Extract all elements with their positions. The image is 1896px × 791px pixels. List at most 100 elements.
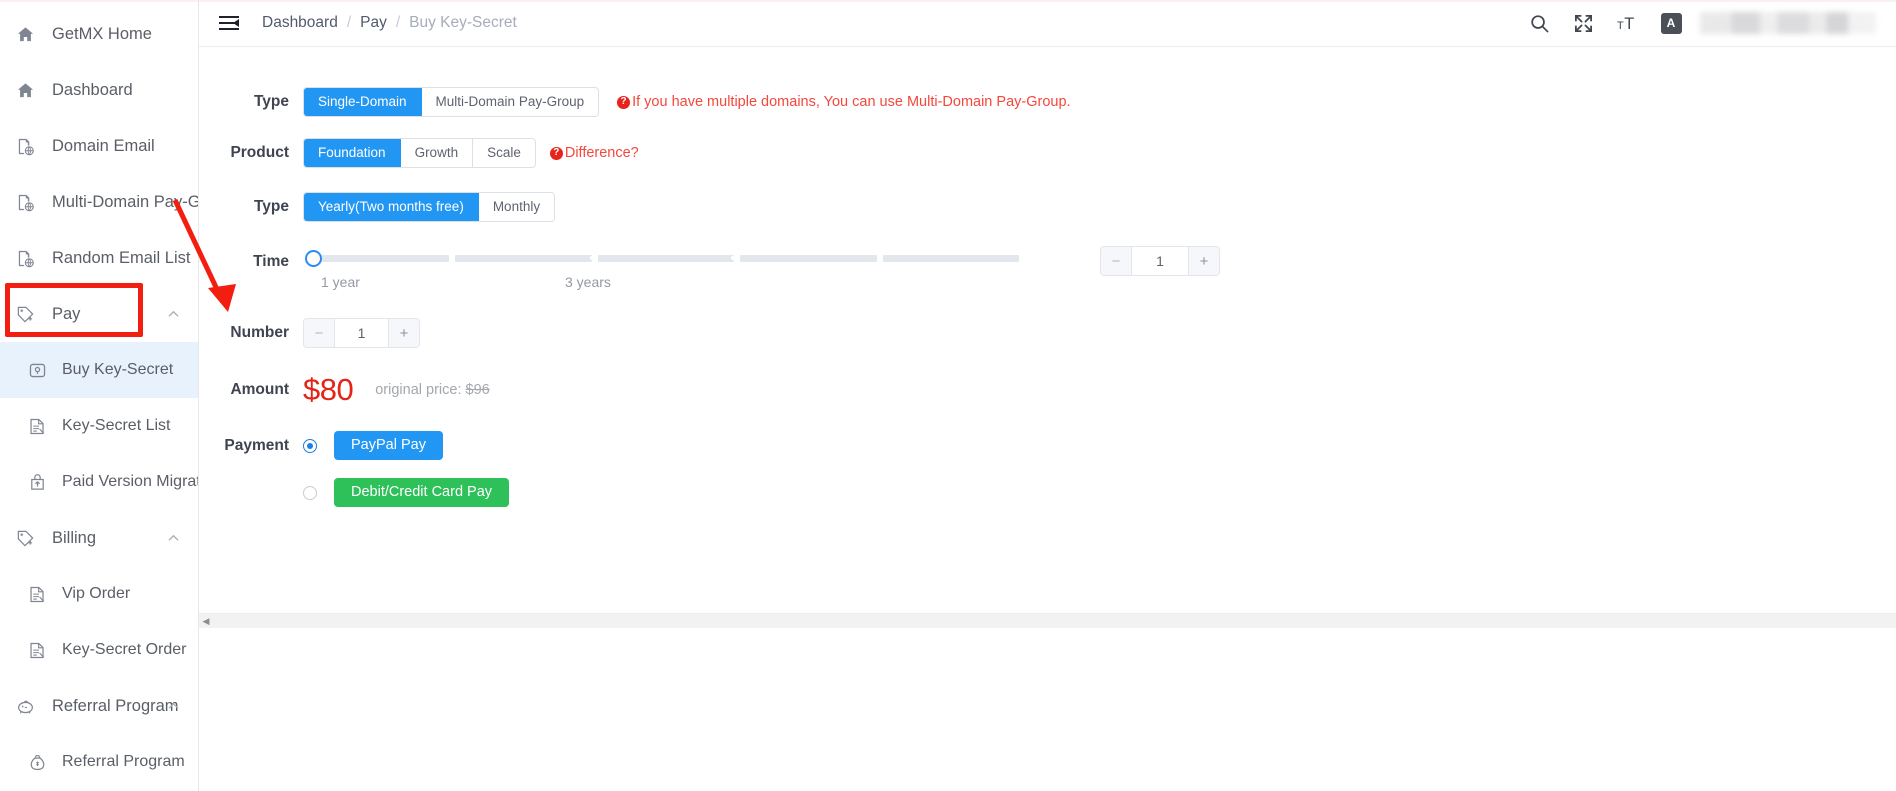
number-value-input[interactable] bbox=[335, 319, 388, 347]
horizontal-scrollbar[interactable]: ◀ bbox=[199, 613, 1896, 628]
breadcrumb-item-pay[interactable]: Pay bbox=[360, 14, 387, 32]
breadcrumb-item-buy-key-secret: Buy Key-Secret bbox=[409, 14, 517, 31]
debit-credit-card-pay-button[interactable]: Debit/Credit Card Pay bbox=[334, 478, 510, 507]
globe-doc-icon bbox=[14, 191, 36, 213]
globe-doc-icon bbox=[14, 247, 36, 269]
sidebar-item-multi-domain-pay-group[interactable]: Multi-Domain Pay-Group bbox=[0, 174, 198, 230]
buy-key-secret-form: Type Single-Domain Multi-Domain Pay-Grou… bbox=[199, 87, 1896, 700]
payment-radio-card[interactable] bbox=[303, 485, 317, 500]
original-price-value: $96 bbox=[465, 381, 490, 398]
question-mark-icon: ? bbox=[549, 146, 563, 160]
product-difference-link[interactable]: ? Difference? bbox=[549, 145, 639, 161]
original-price-prefix: original price: bbox=[375, 381, 466, 398]
type-option-multi-domain[interactable]: Multi-Domain Pay-Group bbox=[421, 88, 599, 116]
slider-segment bbox=[313, 254, 450, 262]
product-row: Product Foundation Growth Scale ? Differ… bbox=[199, 138, 1896, 168]
type-option-single-domain[interactable]: Single-Domain bbox=[304, 88, 422, 116]
time-slider-track bbox=[313, 254, 1020, 262]
sidebar-item-label: Buy Key-Secret bbox=[62, 361, 174, 378]
list-doc-icon bbox=[26, 415, 48, 437]
home-icon bbox=[14, 23, 36, 45]
tag-plus-icon bbox=[14, 303, 36, 325]
sidebar-item-label: Key-Secret List bbox=[62, 417, 171, 434]
upload-bag-icon bbox=[26, 471, 48, 493]
time-slider-handle[interactable] bbox=[305, 249, 322, 267]
chevron-up-icon[interactable] bbox=[167, 700, 180, 713]
time-increase-button[interactable]: + bbox=[1188, 247, 1219, 275]
sidebar-item-dashboard[interactable]: Dashboard bbox=[0, 62, 198, 118]
payment-row-paypal: Payment PayPal Pay bbox=[199, 431, 1896, 460]
product-difference-text: Difference? bbox=[564, 145, 639, 161]
sidebar-item-vip-order[interactable]: Vip Order bbox=[0, 566, 198, 622]
sidebar-item-key-secret-list[interactable]: Key-Secret List bbox=[0, 398, 198, 454]
search-icon[interactable] bbox=[1522, 6, 1556, 40]
list-doc-icon bbox=[26, 639, 48, 661]
payment-radio-paypal[interactable] bbox=[303, 438, 317, 453]
time-quantity-stepper: − + bbox=[1100, 246, 1220, 276]
sidebar-item-label: Referral Program bbox=[52, 696, 179, 715]
money-bag-icon bbox=[26, 751, 48, 773]
sidebar-item-random-email-list[interactable]: Random Email List bbox=[0, 230, 198, 286]
chevron-up-icon[interactable] bbox=[167, 532, 180, 545]
type-segmented-control: Single-Domain Multi-Domain Pay-Group bbox=[303, 87, 600, 117]
breadcrumb-separator: / bbox=[346, 14, 352, 31]
list-doc-icon bbox=[26, 583, 48, 605]
scroll-left-arrow-icon[interactable]: ◀ bbox=[199, 616, 213, 626]
sidebar-item-label: Dashboard bbox=[52, 80, 133, 99]
time-slider-min-label: 1 year bbox=[321, 274, 360, 290]
time-slider-mid-label: 3 years bbox=[565, 274, 611, 290]
sidebar: GetMX Home Dashboard Domain Email Multi-Dom… bbox=[0, 0, 199, 791]
font-size-icon[interactable]: T T bbox=[1610, 6, 1644, 40]
billing-cycle-label: Type bbox=[253, 198, 289, 215]
time-value-input[interactable] bbox=[1132, 247, 1188, 275]
sidebar-item-referral-program[interactable]: Referral Program bbox=[0, 678, 198, 734]
time-slider-labels: 1 year 3 years bbox=[303, 274, 1019, 296]
sidebar-item-paid-version-migration[interactable]: Paid Version Migration bbox=[0, 454, 198, 510]
product-option-scale[interactable]: Scale bbox=[473, 139, 535, 167]
sidebar-item-billing[interactable]: Billing bbox=[0, 510, 198, 566]
sidebar-item-label: Referral Program bbox=[62, 753, 185, 770]
billing-cycle-option-yearly[interactable]: Yearly(Two months free) bbox=[304, 193, 479, 221]
top-header: Dashboard / Pay / Buy Key-Secret T T A bbox=[199, 0, 1896, 47]
paypal-pay-button[interactable]: PayPal Pay bbox=[334, 431, 443, 460]
product-segmented-control: Foundation Growth Scale bbox=[303, 138, 536, 168]
key-box-icon bbox=[26, 359, 48, 381]
sidebar-item-getmx-home[interactable]: GetMX Home bbox=[0, 6, 198, 62]
tag-plus-icon bbox=[14, 527, 36, 549]
hamburger-collapse-icon[interactable] bbox=[218, 12, 240, 34]
sidebar-item-label: Random Email List bbox=[52, 248, 191, 267]
sidebar-item-label: Billing bbox=[52, 528, 97, 547]
sidebar-item-buy-key-secret[interactable]: Buy Key-Secret bbox=[0, 342, 198, 398]
sidebar-item-label: Multi-Domain Pay-Group bbox=[52, 192, 198, 211]
sidebar-item-domain-email[interactable]: Domain Email bbox=[0, 118, 198, 174]
sidebar-item-referral-program[interactable]: Referral Program bbox=[0, 734, 198, 790]
time-row: Time 1 year 3 years − 1 + bbox=[199, 246, 1896, 296]
user-account-area[interactable] bbox=[1700, 12, 1876, 34]
fullscreen-icon[interactable] bbox=[1566, 6, 1600, 40]
chevron-up-icon[interactable] bbox=[167, 308, 180, 321]
sidebar-item-pay[interactable]: Pay bbox=[0, 286, 198, 342]
slider-tick bbox=[590, 256, 594, 260]
product-option-foundation[interactable]: Foundation bbox=[304, 139, 401, 167]
breadcrumb-separator: / bbox=[395, 14, 401, 31]
billing-cycle-segmented-control: Yearly(Two months free) Monthly bbox=[303, 192, 556, 222]
time-slider[interactable] bbox=[303, 248, 1020, 268]
number-increase-button[interactable]: + bbox=[388, 319, 419, 347]
time-decrease-button[interactable]: − bbox=[1101, 247, 1132, 275]
number-decrease-button[interactable]: − bbox=[304, 319, 335, 347]
billing-cycle-option-monthly[interactable]: Monthly bbox=[478, 193, 555, 221]
original-price: original price: $96 bbox=[375, 382, 489, 398]
product-option-growth[interactable]: Growth bbox=[400, 139, 474, 167]
amount-label: Amount bbox=[230, 380, 289, 398]
slider-segment bbox=[455, 254, 592, 262]
sidebar-item-key-secret-order[interactable]: Key-Secret Order bbox=[0, 622, 198, 678]
type-row: Type Single-Domain Multi-Domain Pay-Grou… bbox=[199, 87, 1896, 117]
type-hint[interactable]: ? If you have multiple domains, You can … bbox=[617, 94, 1071, 110]
breadcrumb-item-dashboard[interactable]: Dashboard bbox=[262, 14, 338, 32]
piggy-bank-icon bbox=[14, 695, 36, 717]
translate-icon[interactable]: A bbox=[1654, 6, 1688, 40]
app-root: GetMX Home Dashboard Domain Email Multi-Dom… bbox=[0, 0, 1896, 791]
slider-tick bbox=[449, 256, 453, 260]
header-actions: T T A bbox=[1512, 0, 1896, 46]
sidebar-item-label: Key-Secret Order bbox=[62, 641, 187, 658]
